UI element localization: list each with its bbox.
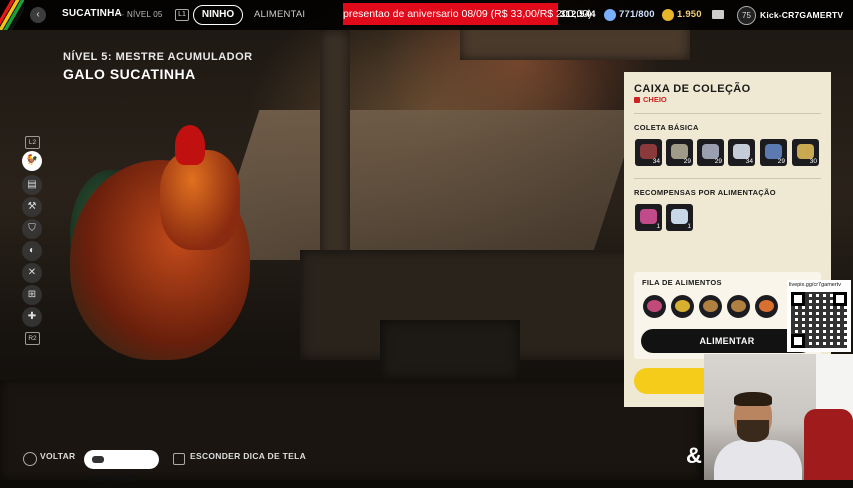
rooster-neck (160, 150, 240, 250)
plus-box-icon[interactable]: ⊞ (22, 285, 42, 305)
tool-icon[interactable]: ⚒ (22, 197, 42, 217)
hide-tip-prompt[interactable]: ESCONDER DICA DE TELA (190, 451, 306, 461)
separator: — (116, 10, 125, 19)
level-subtitle: NÍVEL 5: MESTRE ACUMULADOR (63, 51, 253, 63)
fence-post (320, 30, 350, 270)
xp-icon (604, 9, 616, 21)
item-count: 1 (687, 223, 691, 230)
item-count: 29 (777, 158, 785, 165)
basic-item-slot[interactable]: 34 (635, 139, 662, 166)
qr-corner (791, 334, 805, 348)
tab-alimentai[interactable]: ALIMENTAI (254, 9, 305, 20)
status-text: CHEIO (643, 95, 667, 104)
pink-food-icon (647, 300, 662, 312)
flag-stripes (0, 0, 24, 30)
basic-item-slot[interactable]: 29 (760, 139, 787, 166)
basic-item-slot[interactable]: 29 (666, 139, 693, 166)
qr-corner (833, 292, 847, 306)
scrap-icon (640, 144, 657, 159)
person-shirt (714, 440, 802, 480)
basic-item-slot[interactable]: 30 (792, 139, 819, 166)
person-hair (734, 392, 772, 406)
rooster-name: GALO SUCATINHA (63, 66, 196, 82)
metal-sheet-icon (733, 144, 750, 159)
item-count: 30 (809, 158, 817, 165)
gold-value: 1.950 (677, 9, 702, 20)
egg-icon[interactable]: ◐ (22, 241, 42, 261)
xp-value: 771/800 (619, 9, 655, 20)
farm-name: SUCATINHA (62, 8, 122, 19)
player-level-badge: 75 (737, 6, 756, 25)
gold-scrap-icon (797, 144, 814, 159)
farm-level: NÍVEL 05 (127, 10, 163, 19)
wire-icon (702, 144, 719, 159)
top-bar: ‹ SUCATINHA — NÍVEL 05 L1 NINHO ALIMENTA… (0, 0, 853, 30)
person-beard (737, 420, 769, 442)
bread-food-icon (703, 300, 718, 312)
dpad-icon (173, 453, 185, 465)
tab-ninho[interactable]: NINHO (193, 5, 243, 25)
food-slot[interactable] (755, 295, 778, 318)
engine-part-icon (765, 144, 782, 159)
orange-food-icon (759, 300, 774, 312)
junk-box-icon (671, 144, 688, 159)
reward-item-slot[interactable]: 1 (666, 204, 693, 231)
basic-collection-label: COLETA BÁSICA (634, 123, 699, 132)
basic-item-slot[interactable]: 29 (697, 139, 724, 166)
back-prompt[interactable]: VOLTAR (40, 451, 75, 461)
donation-banner: presentao de aniversario 08/09 (R$ 33,00… (343, 3, 592, 25)
item-count: 34 (745, 158, 753, 165)
rooster-icon[interactable]: 🐓 (22, 151, 42, 171)
cabinet-icon[interactable]: ▤ (22, 175, 42, 195)
divider (634, 178, 821, 179)
bread-food-icon (731, 300, 746, 312)
shield-icon[interactable]: ⛉ (22, 219, 42, 239)
basic-item-slot[interactable]: 34 (728, 139, 755, 166)
inventory-button[interactable]: INVENTÁRIO (84, 450, 159, 483)
reward-item-slot[interactable]: 1 (635, 204, 662, 231)
status-badge: CHEIO (634, 95, 667, 104)
gold-coin-icon (662, 9, 674, 21)
silver-bar-icon (671, 209, 688, 224)
qr-label: livepix.gg/cr7gamertv (789, 282, 841, 288)
qr-code: livepix.gg/cr7gamertv (787, 280, 851, 352)
inventory-label: INVENTÁRIO (84, 473, 137, 483)
feeding-rewards-label: RECOMPENSAS POR ALIMENTAÇÃO (634, 188, 776, 197)
feed-queue-label: FILA DE ALIMENTOS (642, 278, 722, 287)
pink-bar-icon (640, 209, 657, 224)
gold-food-icon (675, 300, 690, 312)
username: Kick-CR7GAMERTV (760, 10, 844, 20)
wooden-table (210, 110, 640, 260)
panel-title: CAIXA DE COLEÇÃO (634, 83, 751, 95)
l1-button-hint: L1 (175, 9, 189, 21)
rooster-comb (175, 125, 205, 165)
qr-corner (791, 292, 805, 306)
food-slot[interactable] (699, 295, 722, 318)
crossed-tools-icon[interactable]: ✕ (22, 263, 42, 283)
food-slot[interactable] (643, 295, 666, 318)
webcam-overlay (704, 354, 853, 480)
food-slot[interactable] (671, 295, 694, 318)
streamer-logo: & (686, 443, 702, 468)
item-count: 34 (652, 158, 660, 165)
scrap-pile (380, 320, 520, 380)
item-count: 29 (683, 158, 691, 165)
item-count: 1 (656, 223, 660, 230)
divider (634, 113, 821, 114)
cross-icon[interactable]: ✚ (22, 307, 42, 327)
chevron-left-icon[interactable]: ‹ (30, 7, 46, 23)
gaming-chair (804, 409, 853, 480)
mail-icon[interactable] (712, 10, 724, 19)
money-value: 312.544 (560, 9, 596, 20)
lock-icon (634, 97, 640, 103)
r2-button-hint: R2 (25, 332, 40, 345)
item-count: 29 (714, 158, 722, 165)
circle-button-icon (23, 452, 37, 466)
touchpad-icon (92, 456, 104, 463)
l2-button-hint: L2 (25, 136, 40, 149)
food-slot[interactable] (727, 295, 750, 318)
